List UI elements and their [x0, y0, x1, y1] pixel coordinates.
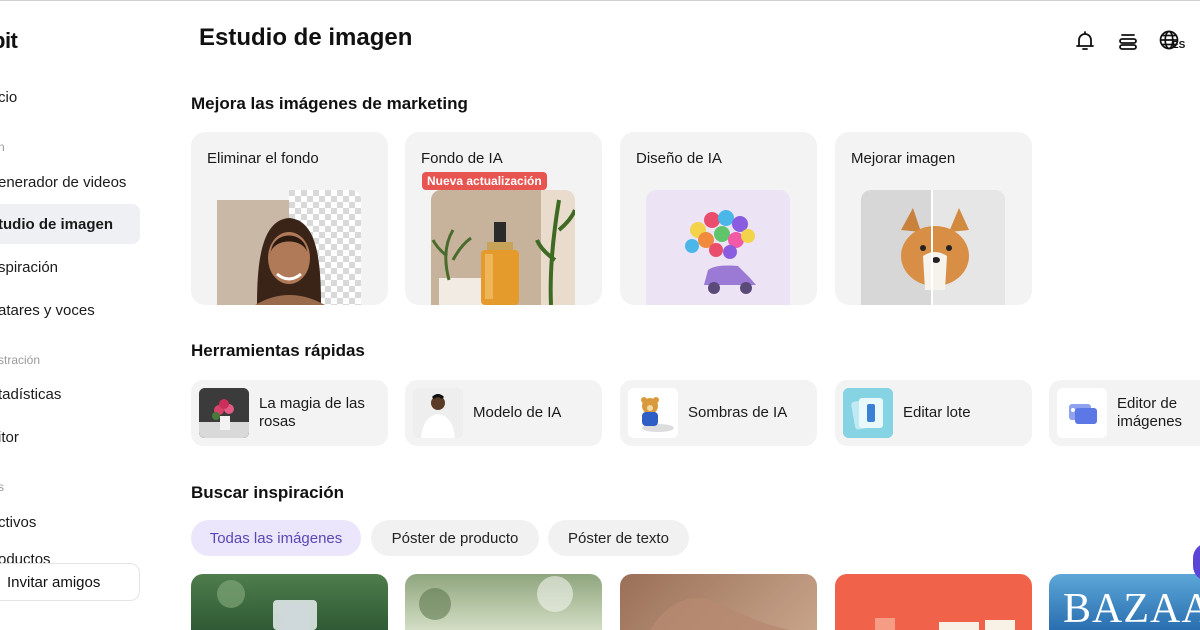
- feature-card-title: Eliminar el fondo: [207, 150, 319, 167]
- window-top-border: [0, 0, 1200, 1]
- credits-icon[interactable]: [1115, 28, 1141, 54]
- image-editor-thumbnail: [1057, 388, 1107, 438]
- feature-card-remove-background[interactable]: Eliminar el fondo: [191, 132, 388, 305]
- chip-label: Póster de producto: [391, 529, 519, 547]
- tool-label: La magia de las rosas: [259, 395, 365, 430]
- model-thumbnail: [413, 388, 463, 438]
- tool-label: Modelo de IA: [473, 404, 562, 421]
- batch-thumbnail: [843, 388, 893, 438]
- ai-design-image: [646, 190, 790, 305]
- language-code[interactable]: ES: [1172, 40, 1185, 51]
- app-logo[interactable]: pit: [0, 28, 18, 54]
- inspiration-tile[interactable]: [191, 574, 388, 630]
- sidebar-item-label: itor: [0, 428, 19, 446]
- sidebar-item-label: tadísticas: [0, 385, 62, 403]
- sidebar-item-image-studio[interactable]: tudio de imagen: [0, 204, 140, 244]
- new-update-badge: Nueva actualización: [422, 172, 547, 190]
- inspiration-tile[interactable]: [620, 574, 817, 630]
- filter-chip-text-poster[interactable]: Póster de texto: [548, 520, 689, 556]
- sidebar-section-label: n: [0, 140, 5, 154]
- feature-card-ai-design[interactable]: Diseño de IA: [620, 132, 817, 305]
- sidebar: pit cio n enerador de videos tudio de im…: [0, 0, 160, 630]
- inspiration-tile[interactable]: [835, 574, 1032, 630]
- magazine-title: BAZAA: [1063, 586, 1200, 630]
- shadows-thumbnail: [628, 388, 678, 438]
- ai-background-image: [431, 190, 575, 305]
- sidebar-item-label: ctivos: [0, 513, 37, 531]
- sidebar-item-statistics[interactable]: tadísticas: [0, 374, 140, 414]
- sidebar-item-inicio[interactable]: cio: [0, 77, 140, 117]
- feature-card-enhance-image[interactable]: Mejorar imagen: [835, 132, 1032, 305]
- sidebar-item-label: tudio de imagen: [0, 215, 114, 233]
- bell-icon[interactable]: [1072, 28, 1098, 54]
- tool-label: Sombras de IA: [688, 404, 788, 421]
- tool-label: Editor de imágenes: [1117, 395, 1183, 430]
- feature-card-title: Diseño de IA: [636, 150, 722, 167]
- tool-image-editor[interactable]: Editor de imágenes: [1049, 380, 1200, 446]
- sidebar-item-label: spiración: [0, 258, 59, 276]
- filter-chip-all-images[interactable]: Todas las imágenes: [191, 520, 361, 556]
- quick-tools-section-title: Herramientas rápidas: [191, 341, 365, 360]
- sidebar-item-video-generator[interactable]: enerador de videos: [0, 162, 140, 202]
- sidebar-section-label: stración: [0, 353, 41, 367]
- sidebar-item-label: enerador de videos: [0, 173, 127, 191]
- inspiration-tile[interactable]: [405, 574, 602, 630]
- filter-chip-product-poster[interactable]: Póster de producto: [371, 520, 539, 556]
- sidebar-item-avatars-voices[interactable]: atares y voces: [0, 290, 140, 330]
- feature-card-ai-background[interactable]: Fondo de IA Nueva actualización: [405, 132, 602, 305]
- sidebar-section-label: s: [0, 480, 4, 494]
- rose-thumbnail: [199, 388, 249, 438]
- enhance-image-image: [861, 190, 1005, 305]
- tool-ai-shadows[interactable]: Sombras de IA: [620, 380, 817, 446]
- sidebar-item-label: cio: [0, 88, 18, 106]
- sidebar-item-label: atares y voces: [0, 301, 95, 319]
- tool-batch-edit[interactable]: Editar lote: [835, 380, 1032, 446]
- sidebar-item-inspiration[interactable]: spiración: [0, 247, 140, 287]
- chip-label: Todas las imágenes: [209, 529, 343, 547]
- feature-card-title: Fondo de IA: [421, 150, 503, 167]
- tool-rose-magic[interactable]: La magia de las rosas: [191, 380, 388, 446]
- chip-label: Póster de texto: [568, 529, 669, 547]
- invite-friends-button[interactable]: Invitar amigos: [0, 563, 140, 601]
- invite-label: Invitar amigos: [7, 573, 101, 591]
- tool-label: Editar lote: [903, 404, 971, 421]
- feature-card-title: Mejorar imagen: [851, 150, 956, 167]
- inspiration-section-title: Buscar inspiración: [191, 483, 345, 502]
- page-title: Estudio de imagen: [199, 24, 413, 51]
- sidebar-item-assets[interactable]: ctivos: [0, 502, 140, 542]
- inspiration-tile-magazine[interactable]: BAZAA: [1049, 574, 1200, 630]
- remove-background-image: [217, 190, 361, 305]
- tool-ai-model[interactable]: Modelo de IA: [405, 380, 602, 446]
- sidebar-item-editor[interactable]: itor: [0, 417, 140, 457]
- marketing-section-title: Mejora las imágenes de marketing: [191, 94, 468, 113]
